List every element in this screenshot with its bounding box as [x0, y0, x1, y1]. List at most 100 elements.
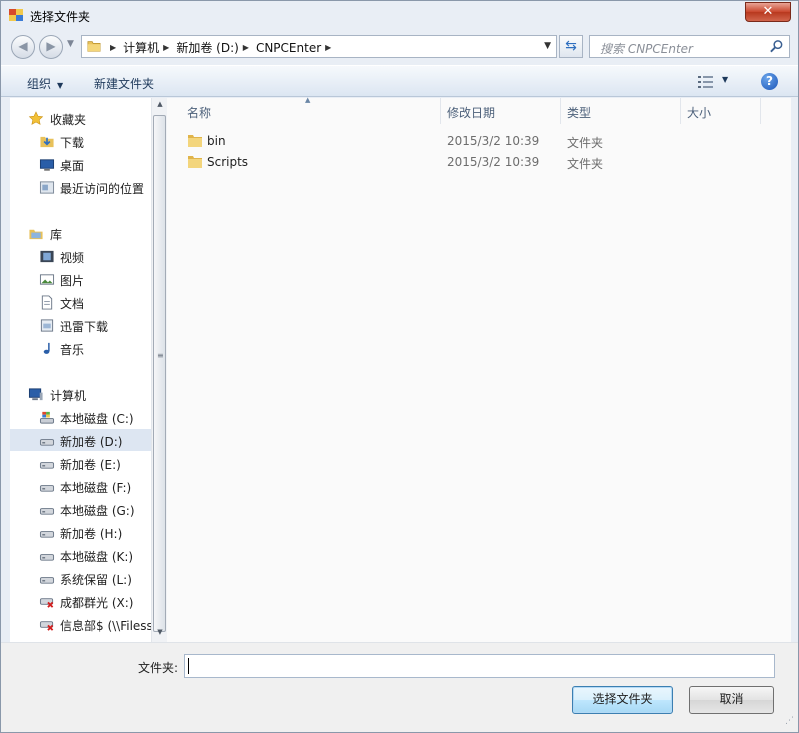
- download-library-icon: [40, 319, 54, 332]
- file-date: 2015/3/2 10:39: [447, 155, 540, 169]
- nav-libraries-label: 库: [50, 228, 63, 242]
- column-header-size[interactable]: 大小: [681, 98, 761, 124]
- breadcrumb-separator-icon[interactable]: ▶: [163, 43, 169, 52]
- column-label: 修改日期: [447, 106, 496, 120]
- new-folder-button[interactable]: 新建文件夹: [94, 75, 154, 92]
- nav-item-drive-g[interactable]: 本地磁盘 (G:): [10, 498, 151, 520]
- nav-item-label: 新加卷 (D:): [60, 435, 123, 449]
- breadcrumb-separator-icon[interactable]: ▶: [243, 43, 249, 52]
- recent-places-icon: [39, 181, 55, 194]
- scroll-up-arrow-icon[interactable]: ▲: [152, 100, 168, 112]
- nav-item-drive-l[interactable]: 系统保留 (L:): [10, 567, 151, 589]
- forward-button[interactable]: ▶: [39, 35, 63, 59]
- resize-grip-icon[interactable]: ⋰: [785, 717, 795, 729]
- nav-item-label: 本地磁盘 (C:): [60, 412, 134, 426]
- pictures-icon: [39, 274, 55, 285]
- documents-icon: [41, 295, 53, 310]
- nav-item-network-share[interactable]: 信息部$ (\\Filess: [10, 613, 151, 635]
- view-options-icon[interactable]: [698, 75, 714, 89]
- file-type: 文件夹: [567, 157, 604, 171]
- desktop-icon: [39, 159, 55, 171]
- column-label: 类型: [567, 106, 592, 120]
- nav-item-label: 音乐: [60, 343, 85, 357]
- file-row[interactable]: bin 2015/3/2 10:39 文件夹: [167, 131, 767, 151]
- nav-item-label: 系统保留 (L:): [60, 573, 132, 587]
- breadcrumb-separator-icon[interactable]: ▶: [325, 43, 331, 52]
- nav-item-xunlei[interactable]: 迅雷下载: [10, 314, 151, 336]
- nav-item-label: 最近访问的位置: [60, 182, 145, 196]
- nav-item-drive-f[interactable]: 本地磁盘 (F:): [10, 475, 151, 497]
- nav-item-drive-k[interactable]: 本地磁盘 (K:): [10, 544, 151, 566]
- library-icon: [29, 229, 43, 240]
- window-title: 选择文件夹: [30, 10, 91, 24]
- column-header-name[interactable]: 名称 ▲: [167, 96, 441, 124]
- breadcrumb-item-computer[interactable]: 计算机: [123, 39, 159, 56]
- address-dropdown-icon[interactable]: ▼: [544, 41, 551, 51]
- nav-item-label: 信息部$ (\\Filess: [60, 619, 151, 633]
- nav-item-drive-x[interactable]: 成都群光 (X:): [10, 590, 151, 612]
- folder-name-field[interactable]: [184, 654, 775, 678]
- nav-item-music[interactable]: 音乐: [10, 337, 151, 359]
- refresh-button[interactable]: ⇆: [559, 35, 583, 58]
- nav-item-drive-h[interactable]: 新加卷 (H:): [10, 521, 151, 543]
- navigation-scrollbar[interactable]: ▲ ≡ ▼: [151, 98, 167, 642]
- nav-item-pictures[interactable]: 图片: [10, 268, 151, 290]
- star-icon: [28, 111, 44, 125]
- file-date: 2015/3/2 10:39: [447, 134, 540, 148]
- organize-label: 组织: [27, 77, 52, 91]
- nav-favorites-label: 收藏夹: [50, 113, 87, 127]
- nav-item-documents[interactable]: 文档: [10, 291, 151, 313]
- nav-item-recent[interactable]: 最近访问的位置: [10, 176, 151, 198]
- scroll-down-arrow-icon[interactable]: ▼: [152, 628, 168, 640]
- chevron-down-icon: ▼: [57, 81, 64, 90]
- command-bar: 组织 ▼ 新建文件夹 ▼ ?: [1, 65, 798, 97]
- nav-item-drive-c[interactable]: 本地磁盘 (C:): [10, 406, 151, 428]
- nav-item-label: 迅雷下载: [60, 320, 109, 334]
- nav-item-label: 新加卷 (H:): [60, 527, 123, 541]
- cancel-button[interactable]: 取消: [689, 686, 774, 714]
- nav-computer-header[interactable]: 计算机: [10, 383, 151, 405]
- nav-item-label: 本地磁盘 (K:): [60, 550, 134, 564]
- music-icon: [43, 342, 50, 354]
- drive-icon: [39, 462, 55, 469]
- nav-item-downloads[interactable]: 下载: [10, 130, 151, 152]
- nav-item-videos[interactable]: 视频: [10, 245, 151, 267]
- title-bar[interactable]: 选择文件夹 ✕: [1, 1, 798, 31]
- folder-icon: [188, 156, 202, 168]
- navigation-pane: 收藏夹 下载 桌面 最近访问的位置 库 视频 图片 文档 迅雷下载 音乐 计算机…: [10, 98, 151, 642]
- nav-favorites-header[interactable]: 收藏夹: [10, 107, 151, 129]
- nav-item-label: 本地磁盘 (G:): [60, 504, 135, 518]
- view-dropdown-icon[interactable]: ▼: [722, 75, 728, 84]
- file-name: bin: [207, 134, 226, 148]
- column-header-type[interactable]: 类型: [561, 98, 681, 124]
- disconnected-network-drive-icon: [39, 621, 54, 631]
- breadcrumb-item-drive[interactable]: 新加卷 (D:): [176, 39, 238, 56]
- scrollbar-thumb[interactable]: ≡: [153, 115, 166, 632]
- back-button[interactable]: ◀: [11, 35, 35, 59]
- folder-icon: [87, 41, 101, 52]
- breadcrumb-separator-icon[interactable]: ▶: [110, 43, 116, 52]
- sort-ascending-icon: ▲: [305, 96, 311, 104]
- nav-item-drive-e[interactable]: 新加卷 (E:): [10, 452, 151, 474]
- close-button[interactable]: ✕: [745, 2, 791, 22]
- breadcrumb-item-folder[interactable]: CNPCEnter: [256, 41, 321, 55]
- search-icon[interactable]: [769, 39, 784, 54]
- nav-computer-label: 计算机: [50, 389, 87, 403]
- nav-item-desktop[interactable]: 桌面: [10, 153, 151, 175]
- search-box[interactable]: 搜索 CNPCEnter: [589, 35, 790, 58]
- drive-icon: [39, 554, 55, 561]
- select-folder-button[interactable]: 选择文件夹: [572, 686, 673, 714]
- address-bar[interactable]: ▶ 计算机 ▶ 新加卷 (D:) ▶ CNPCEnter ▶ ▼: [81, 35, 557, 58]
- file-row[interactable]: Scripts 2015/3/2 10:39 文件夹: [167, 152, 767, 172]
- search-input[interactable]: 搜索 CNPCEnter: [600, 40, 693, 57]
- nav-item-drive-d[interactable]: 新加卷 (D:): [10, 429, 151, 451]
- drive-icon: [39, 508, 55, 515]
- nav-libraries-header[interactable]: 库: [10, 222, 151, 244]
- nav-item-label: 成都群光 (X:): [60, 596, 134, 610]
- help-icon[interactable]: ?: [761, 73, 778, 90]
- column-header-date[interactable]: 修改日期: [441, 98, 561, 124]
- recent-pages-dropdown[interactable]: ▼: [67, 39, 74, 49]
- organize-menu[interactable]: 组织 ▼: [27, 75, 63, 92]
- video-icon: [40, 250, 54, 263]
- folder-field-label: 文件夹:: [138, 661, 179, 675]
